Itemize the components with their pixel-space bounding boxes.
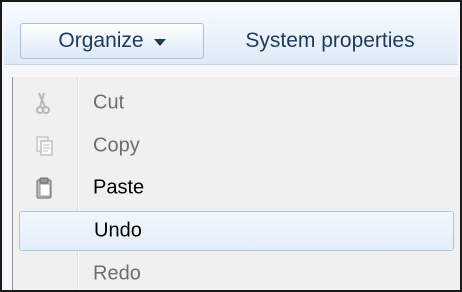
system-properties-button[interactable]: System properties (217, 23, 443, 59)
system-properties-label: System properties (245, 29, 415, 52)
menu-item-label: Cut (93, 91, 125, 114)
organize-label: Organize (58, 29, 144, 52)
window: Organize System properties Cut Copy Past… (0, 0, 462, 292)
organize-button[interactable]: Organize (20, 23, 204, 59)
menu-item-undo[interactable]: Undo (19, 211, 454, 251)
paste-clipboard-icon (36, 177, 52, 199)
chevron-down-icon (153, 38, 166, 46)
menu-item-label: Paste (93, 176, 145, 199)
menu-item-label: Redo (93, 262, 141, 285)
copy-icon (36, 136, 53, 156)
menu-item-label: Undo (94, 219, 142, 242)
menu-item-copy[interactable]: Copy (13, 126, 460, 166)
organize-dropdown-menu: Cut Copy Paste Undo Redo (12, 77, 460, 290)
menu-item-paste[interactable]: Paste (13, 168, 460, 208)
menu-item-redo[interactable]: Redo (13, 254, 460, 290)
scissors-icon (36, 92, 50, 114)
menu-item-cut[interactable]: Cut (13, 83, 460, 123)
menu-item-label: Copy (93, 134, 140, 157)
command-toolbar: Organize System properties (4, 4, 458, 65)
